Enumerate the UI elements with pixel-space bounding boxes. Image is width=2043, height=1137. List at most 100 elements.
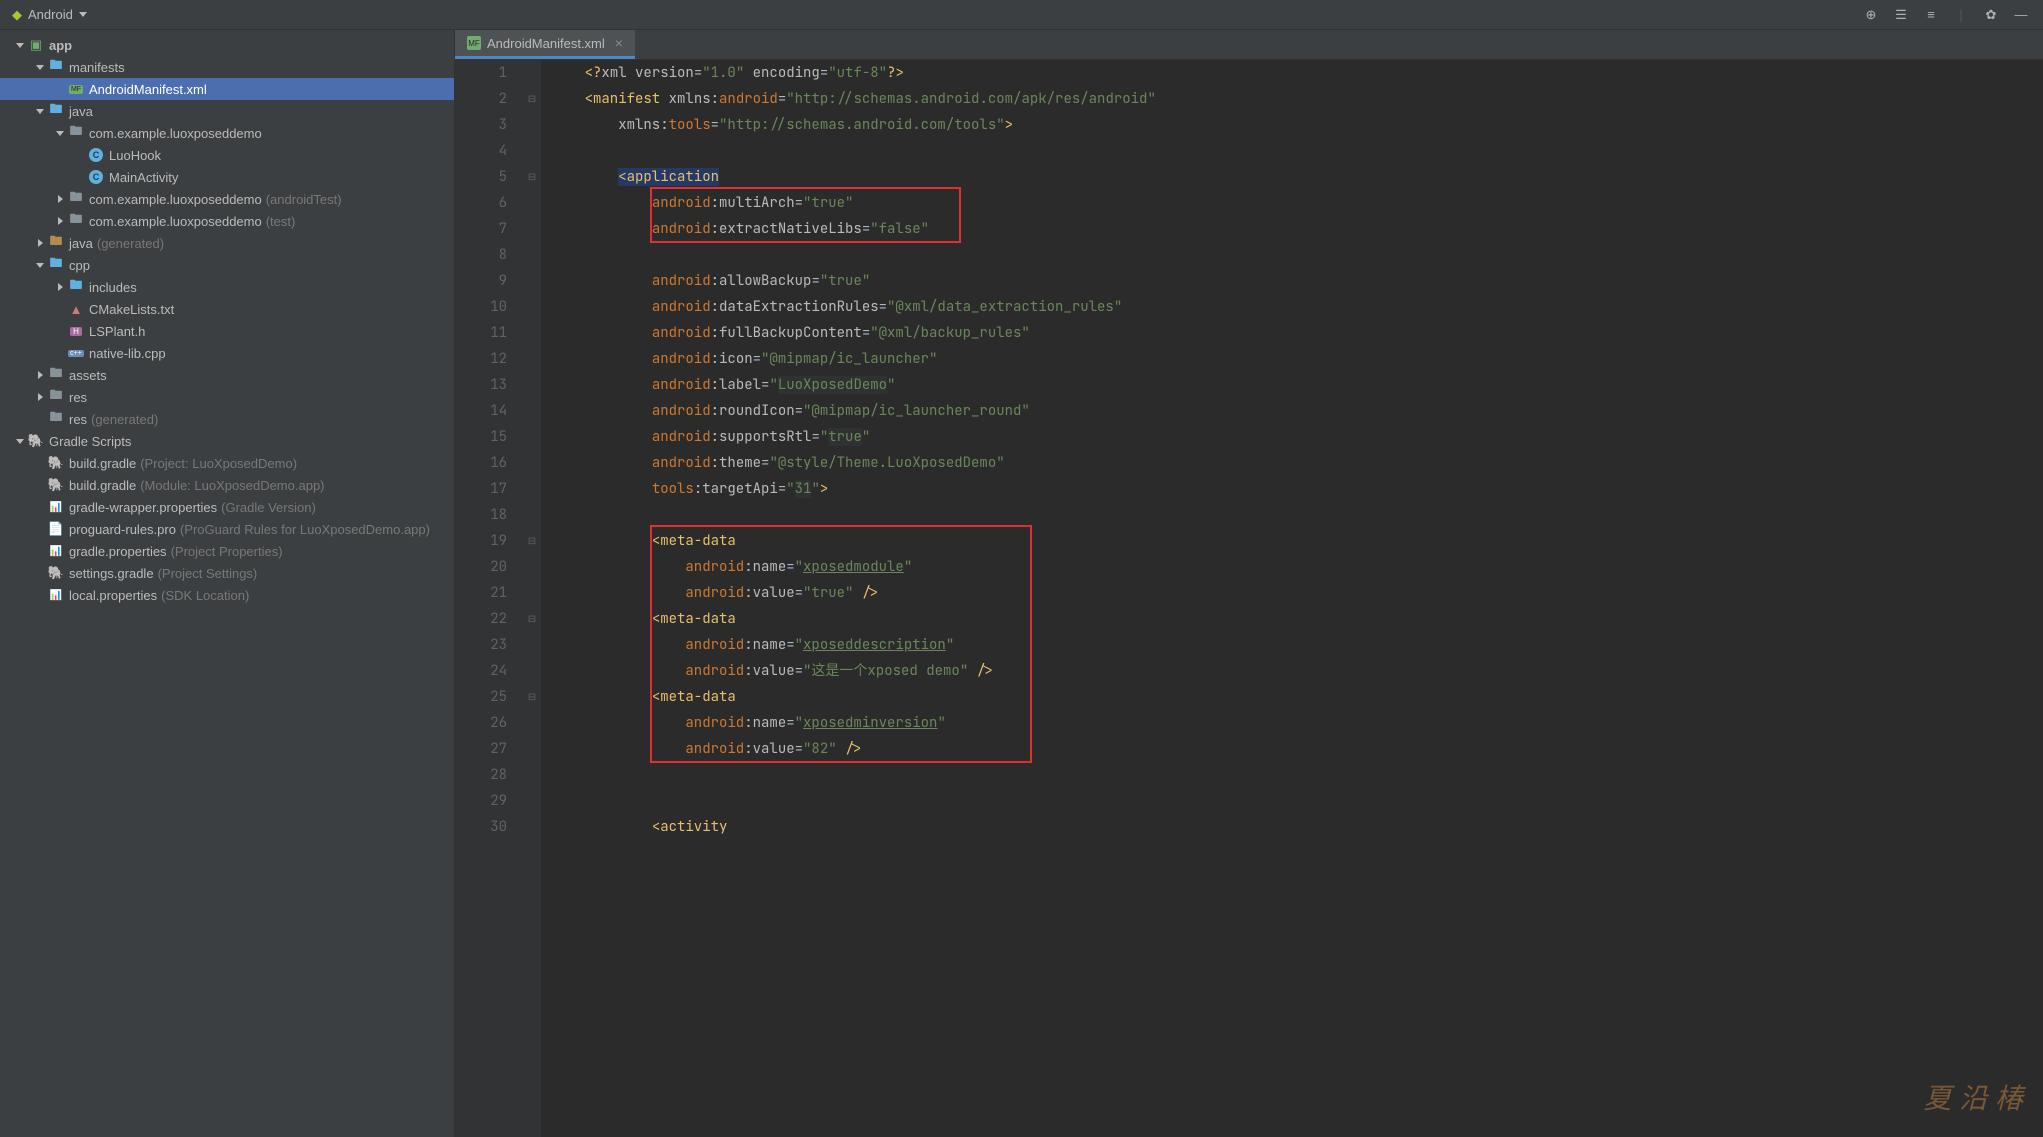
tree-node[interactable]: 🖿java bbox=[0, 100, 454, 122]
line-number[interactable]: 8 bbox=[455, 242, 507, 268]
code-line[interactable]: android:value="这是一个xposed demo" /> bbox=[551, 658, 1156, 684]
select-opened-file-icon[interactable]: ⊕ bbox=[1863, 7, 1879, 23]
code-line[interactable]: android:name="xposedminversion" bbox=[551, 710, 1156, 736]
line-number[interactable]: 11 bbox=[455, 320, 507, 346]
line-number[interactable]: 21 bbox=[455, 580, 507, 606]
line-number[interactable]: 17 bbox=[455, 476, 507, 502]
line-number[interactable]: 25 bbox=[455, 684, 507, 710]
code-line[interactable] bbox=[551, 788, 1156, 814]
tree-node[interactable]: 🖿com.example.luoxposeddemo (androidTest) bbox=[0, 188, 454, 210]
line-number[interactable]: 26 bbox=[455, 710, 507, 736]
project-tree-panel[interactable]: ▣app🖿manifestsMFAndroidManifest.xml🖿java… bbox=[0, 30, 455, 1137]
tree-arrow-icon[interactable] bbox=[14, 439, 26, 444]
line-number[interactable]: 22 bbox=[455, 606, 507, 632]
tree-arrow-icon[interactable] bbox=[54, 217, 66, 225]
fold-column[interactable] bbox=[525, 60, 541, 1137]
code-line[interactable]: android:dataExtractionRules="@xml/data_e… bbox=[551, 294, 1156, 320]
tree-node[interactable]: ▲CMakeLists.txt bbox=[0, 298, 454, 320]
line-number[interactable]: 28 bbox=[455, 762, 507, 788]
code-line[interactable]: android:supportsRtl="true" bbox=[551, 424, 1156, 450]
tree-arrow-icon[interactable] bbox=[54, 195, 66, 203]
code-line[interactable]: android:extractNativeLibs="false" bbox=[551, 216, 1156, 242]
tree-node[interactable]: 📄proguard-rules.pro (ProGuard Rules for … bbox=[0, 518, 454, 540]
tree-arrow-icon[interactable] bbox=[34, 109, 46, 114]
code-line[interactable]: <activity bbox=[551, 814, 1156, 840]
line-number[interactable]: 20 bbox=[455, 554, 507, 580]
line-number[interactable]: 6 bbox=[455, 190, 507, 216]
code-line[interactable]: <meta-data bbox=[551, 684, 1156, 710]
fold-toggle-icon[interactable] bbox=[527, 692, 537, 702]
tree-node[interactable]: 🖿java (generated) bbox=[0, 232, 454, 254]
close-icon[interactable]: × bbox=[615, 36, 623, 50]
code-line[interactable]: <meta-data bbox=[551, 528, 1156, 554]
editor-tab-active[interactable]: MF AndroidManifest.xml × bbox=[455, 30, 635, 59]
tree-node[interactable]: c++native-lib.cpp bbox=[0, 342, 454, 364]
line-number[interactable]: 13 bbox=[455, 372, 507, 398]
tree-node[interactable]: CLuoHook bbox=[0, 144, 454, 166]
line-number[interactable]: 7 bbox=[455, 216, 507, 242]
line-number[interactable]: 27 bbox=[455, 736, 507, 762]
line-number[interactable]: 19 bbox=[455, 528, 507, 554]
line-number[interactable]: 1 bbox=[455, 60, 507, 86]
code-line[interactable]: android:icon="@mipmap/ic_launcher" bbox=[551, 346, 1156, 372]
tree-node[interactable]: CMainActivity bbox=[0, 166, 454, 188]
project-view-selector[interactable]: ◆ Android bbox=[0, 7, 99, 23]
line-number[interactable]: 15 bbox=[455, 424, 507, 450]
line-number[interactable]: 30 bbox=[455, 814, 507, 840]
code-line[interactable]: android:name="xposeddescription" bbox=[551, 632, 1156, 658]
line-number[interactable]: 12 bbox=[455, 346, 507, 372]
code-line[interactable]: tools:targetApi="31"> bbox=[551, 476, 1156, 502]
tree-arrow-icon[interactable] bbox=[54, 283, 66, 291]
tree-node[interactable]: 📊local.properties (SDK Location) bbox=[0, 584, 454, 606]
settings-icon[interactable]: ✿ bbox=[1983, 7, 1999, 23]
line-number[interactable]: 5 bbox=[455, 164, 507, 190]
fold-toggle-icon[interactable] bbox=[527, 536, 537, 546]
code-content[interactable]: <?xml version="1.0" encoding="utf-8"?> <… bbox=[541, 60, 1156, 1137]
line-number[interactable]: 10 bbox=[455, 294, 507, 320]
tree-node[interactable]: 🖿res bbox=[0, 386, 454, 408]
code-line[interactable]: android:label="LuoXposedDemo" bbox=[551, 372, 1156, 398]
tree-node[interactable]: 🖿com.example.luoxposeddemo bbox=[0, 122, 454, 144]
tree-node[interactable]: 🖿includes bbox=[0, 276, 454, 298]
line-number[interactable]: 29 bbox=[455, 788, 507, 814]
expand-all-icon[interactable]: ☰ bbox=[1893, 7, 1909, 23]
code-line[interactable]: android:allowBackup="true" bbox=[551, 268, 1156, 294]
fold-toggle-icon[interactable] bbox=[527, 614, 537, 624]
line-number[interactable]: 4 bbox=[455, 138, 507, 164]
tree-node[interactable]: MFAndroidManifest.xml bbox=[0, 78, 454, 100]
tree-node[interactable]: 🖿cpp bbox=[0, 254, 454, 276]
tree-node[interactable]: 📊gradle.properties (Project Properties) bbox=[0, 540, 454, 562]
tree-node[interactable]: ▣app bbox=[0, 34, 454, 56]
tree-node[interactable]: 🖿com.example.luoxposeddemo (test) bbox=[0, 210, 454, 232]
line-number[interactable]: 24 bbox=[455, 658, 507, 684]
code-line[interactable] bbox=[551, 762, 1156, 788]
line-number[interactable]: 9 bbox=[455, 268, 507, 294]
tree-arrow-icon[interactable] bbox=[34, 239, 46, 247]
code-line[interactable]: xmlns:tools="http://schemas.android.com/… bbox=[551, 112, 1156, 138]
line-number[interactable]: 14 bbox=[455, 398, 507, 424]
tree-arrow-icon[interactable] bbox=[34, 263, 46, 268]
line-number-gutter[interactable]: 1234567891011121314151617181920212223242… bbox=[455, 60, 525, 1137]
line-number[interactable]: 3 bbox=[455, 112, 507, 138]
code-line[interactable]: android:name="xposedmodule" bbox=[551, 554, 1156, 580]
code-line[interactable] bbox=[551, 242, 1156, 268]
tree-node[interactable]: 🖿res (generated) bbox=[0, 408, 454, 430]
code-line[interactable]: android:multiArch="true" bbox=[551, 190, 1156, 216]
tree-node[interactable]: 📊gradle-wrapper.properties (Gradle Versi… bbox=[0, 496, 454, 518]
editor-body[interactable]: 1234567891011121314151617181920212223242… bbox=[455, 60, 2043, 1137]
tree-arrow-icon[interactable] bbox=[14, 43, 26, 48]
collapse-all-icon[interactable]: ≡ bbox=[1923, 7, 1939, 23]
tree-node[interactable]: 🐘build.gradle (Project: LuoXposedDemo) bbox=[0, 452, 454, 474]
tree-node[interactable]: 🐘settings.gradle (Project Settings) bbox=[0, 562, 454, 584]
tree-arrow-icon[interactable] bbox=[54, 131, 66, 136]
tree-node[interactable]: 🐘build.gradle (Module: LuoXposedDemo.app… bbox=[0, 474, 454, 496]
tree-node[interactable]: 🐘Gradle Scripts bbox=[0, 430, 454, 452]
line-number[interactable]: 2 bbox=[455, 86, 507, 112]
code-line[interactable]: android:fullBackupContent="@xml/backup_r… bbox=[551, 320, 1156, 346]
code-line[interactable]: android:value="true" /> bbox=[551, 580, 1156, 606]
code-line[interactable] bbox=[551, 502, 1156, 528]
code-line[interactable]: <application bbox=[551, 164, 1156, 190]
tree-node[interactable]: HLSPlant.h bbox=[0, 320, 454, 342]
tree-arrow-icon[interactable] bbox=[34, 371, 46, 379]
tree-node[interactable]: 🖿assets bbox=[0, 364, 454, 386]
